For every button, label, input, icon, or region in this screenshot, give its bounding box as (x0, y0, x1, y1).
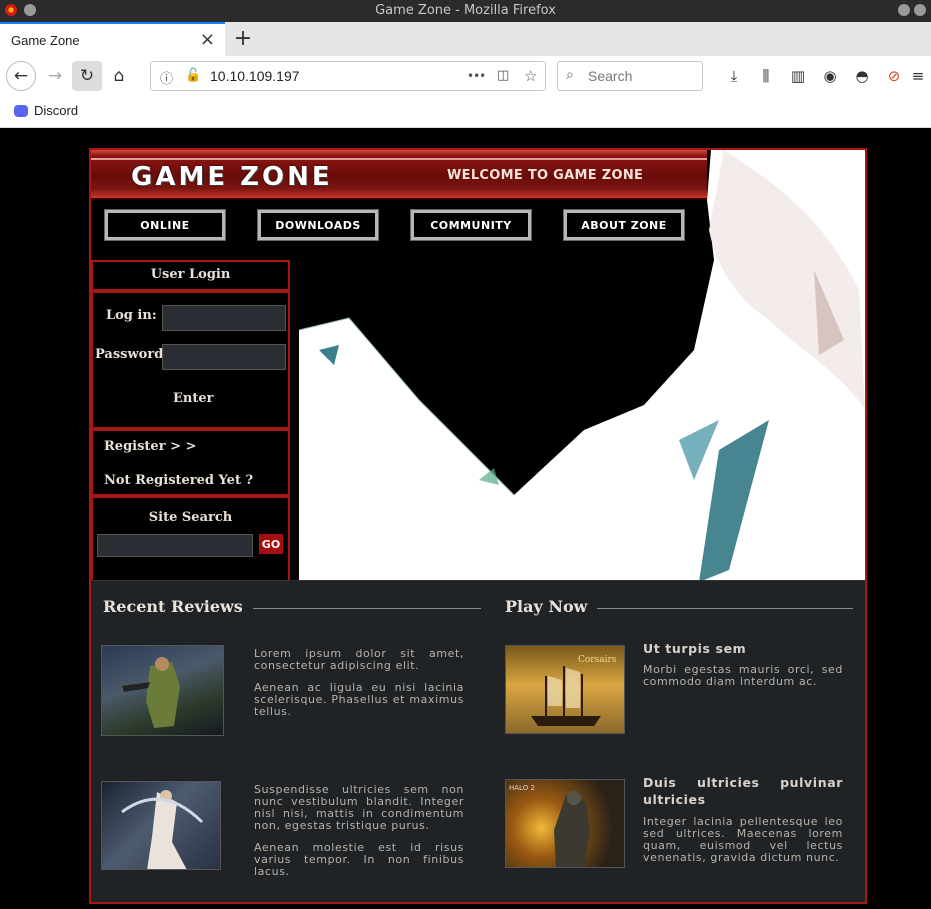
site-banner: GAME ZONE WELCOME TO GAME ZONE (91, 150, 707, 200)
back-button[interactable]: ← (6, 61, 36, 91)
site-search-box: Site Search GO (91, 496, 290, 582)
register-box: Register > > Not Registered Yet ? (91, 429, 290, 496)
close-window-button[interactable] (914, 4, 926, 16)
corsairs-logo-text: Corsairs (578, 655, 617, 665)
menu-downloads[interactable]: DOWNLOADS (257, 209, 379, 241)
tab-strip: Game Zone × + (0, 22, 931, 56)
login-title: User Login (150, 267, 231, 282)
play-heading-2[interactable]: Duis ultricies pulvinar ultricies (643, 774, 843, 808)
password-label: Password: (95, 347, 169, 362)
review-2-paragraph-2: Aenean molestie est id risus varius temp… (254, 841, 464, 878)
play-text-1: Morbi egestas mauris orci, sed commodo d… (643, 663, 843, 688)
review-1-paragraph-2: Aenean ac ligula eu nisi lacinia sceleri… (254, 681, 464, 718)
home-button[interactable]: ⌂ (104, 61, 134, 91)
account-icon[interactable]: ◉ (819, 65, 841, 87)
password-field[interactable] (162, 344, 286, 370)
review-text-2: Suspendisse ultricies sem non nunc vesti… (254, 784, 464, 878)
close-tab-icon[interactable]: × (200, 29, 215, 50)
play-now-title: Play Now (505, 597, 598, 616)
play-divider (591, 608, 853, 609)
menu-online[interactable]: ONLINE (104, 209, 226, 241)
play-heading-1[interactable]: Ut turpis sem (643, 640, 843, 657)
url-text[interactable]: 10.10.109.197 (210, 68, 300, 84)
sidebar-icon[interactable]: ▥ (787, 65, 809, 87)
search-placeholder: Search (588, 68, 633, 84)
search-icon: ⌕ (566, 67, 574, 83)
site-search-title: Site Search (148, 510, 233, 525)
reviews-divider (231, 608, 481, 609)
downloads-icon[interactable]: ⤓ (723, 65, 745, 87)
review-thumbnail-1[interactable] (101, 645, 224, 736)
login-label: Log in: (106, 308, 157, 323)
username-field[interactable] (162, 305, 286, 331)
go-button[interactable]: GO (259, 534, 283, 554)
menu-about-zone[interactable]: ABOUT ZONE (563, 209, 685, 241)
window-title: Game Zone - Mozilla Firefox (375, 3, 556, 18)
content-panel: Recent Reviews Lorem ipsum dolor sit ame… (91, 580, 865, 902)
enter-button[interactable]: Enter (173, 391, 214, 406)
play-text-2: Integer lacinia pellentesque leo sed ult… (643, 815, 843, 864)
extension-mask-icon[interactable]: ◓ (851, 65, 873, 87)
new-tab-button[interactable]: + (232, 26, 254, 51)
login-form: Log in: Password: Enter (91, 291, 290, 429)
menu-community[interactable]: COMMUNITY (410, 209, 532, 241)
reload-button[interactable]: ↻ (72, 61, 102, 91)
review-2-paragraph-1: Suspendisse ultricies sem non nunc vesti… (254, 783, 464, 832)
bookmark-label: Discord (34, 103, 79, 118)
library-icon[interactable]: ⫼ (755, 65, 777, 87)
review-1-paragraph-1: Lorem ipsum dolor sit amet, consectetur … (254, 647, 464, 672)
bookmark-star-icon[interactable]: ☆ (524, 67, 537, 85)
review-thumbnail-2[interactable] (101, 781, 221, 870)
page-viewport: GAME ZONE WELCOME TO GAME ZONE ONLINE DO… (0, 128, 931, 909)
play-thumbnail-2[interactable]: HALO 2 (505, 779, 625, 868)
tab-game-zone[interactable]: Game Zone × (0, 22, 225, 56)
insecure-lock-icon[interactable]: 🔓 (185, 68, 201, 83)
login-header: User Login (91, 260, 290, 291)
bookmark-discord[interactable]: Discord (14, 103, 78, 118)
pocket-icon[interactable]: ◫ (497, 68, 509, 83)
play-thumbnail-1[interactable]: Corsairs (505, 645, 625, 734)
minimize-button[interactable] (898, 4, 910, 16)
site-menu: ONLINE DOWNLOADS COMMUNITY ABOUT ZONE (91, 209, 691, 241)
discord-icon (14, 104, 28, 117)
recent-reviews-title: Recent Reviews (103, 597, 253, 616)
login-sidebar: User Login Log in: Password: Enter Regis… (91, 260, 290, 582)
banner-stripe (91, 158, 707, 160)
site-container: GAME ZONE WELCOME TO GAME ZONE ONLINE DO… (89, 148, 867, 904)
menu-icon[interactable]: ≡ (911, 65, 925, 87)
url-bar[interactable]: ⓘ 🔓 10.10.109.197 ••• ◫ ☆ (150, 61, 546, 91)
tab-title: Game Zone (11, 33, 80, 48)
bookmarks-toolbar: Discord (0, 96, 931, 128)
review-text-1: Lorem ipsum dolor sit amet, consectetur … (254, 648, 464, 718)
window-titlebar: Game Zone - Mozilla Firefox (0, 0, 931, 22)
page-actions-icon[interactable]: ••• (467, 69, 486, 83)
navigation-toolbar: ← → ↻ ⌂ ⓘ 🔓 10.10.109.197 ••• ◫ ☆ ⌕ Sear… (0, 56, 931, 96)
not-registered-link[interactable]: Not Registered Yet ? (104, 473, 253, 488)
forward-button[interactable]: → (40, 61, 70, 91)
site-search-input[interactable] (97, 534, 253, 557)
site-logo[interactable]: GAME ZONE (131, 162, 333, 192)
search-bar[interactable]: ⌕ Search (557, 61, 703, 91)
register-link[interactable]: Register > > (104, 439, 196, 454)
welcome-text: WELCOME TO GAME ZONE (447, 168, 644, 183)
info-icon[interactable]: ⓘ (160, 68, 173, 87)
halo-logo-text: HALO 2 (509, 784, 535, 792)
extension-block-icon[interactable]: ⊘ (883, 65, 905, 87)
